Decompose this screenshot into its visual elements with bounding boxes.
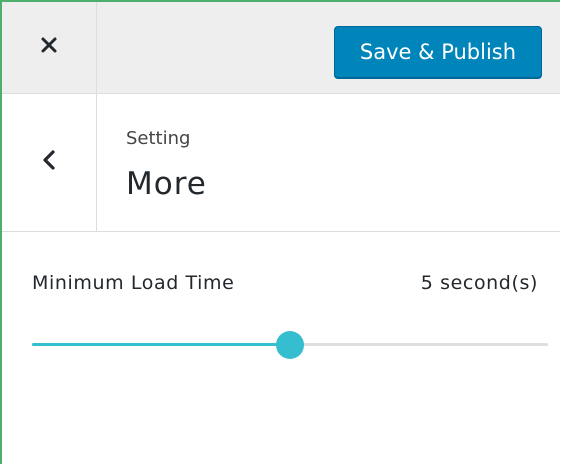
section-header: Setting More xyxy=(2,94,560,232)
back-button[interactable] xyxy=(2,94,97,231)
customizer-panel: Save & Publish Setting More Minimum Load… xyxy=(0,0,560,464)
section-title: More xyxy=(126,166,207,202)
slider-fill xyxy=(32,343,290,346)
customizer-header: Save & Publish xyxy=(2,2,560,94)
slider-handle[interactable] xyxy=(276,331,304,359)
control-value: 5 second(s) xyxy=(420,272,538,294)
save-publish-button[interactable]: Save & Publish xyxy=(334,26,542,78)
minimum-load-time-control: Minimum Load Time 5 second(s) xyxy=(2,232,560,464)
chevron-left-icon xyxy=(40,148,58,177)
control-label: Minimum Load Time xyxy=(32,272,235,294)
section-kicker: Setting xyxy=(126,128,191,149)
close-icon xyxy=(39,35,59,60)
load-time-slider[interactable] xyxy=(32,331,548,359)
close-button[interactable] xyxy=(2,2,97,93)
